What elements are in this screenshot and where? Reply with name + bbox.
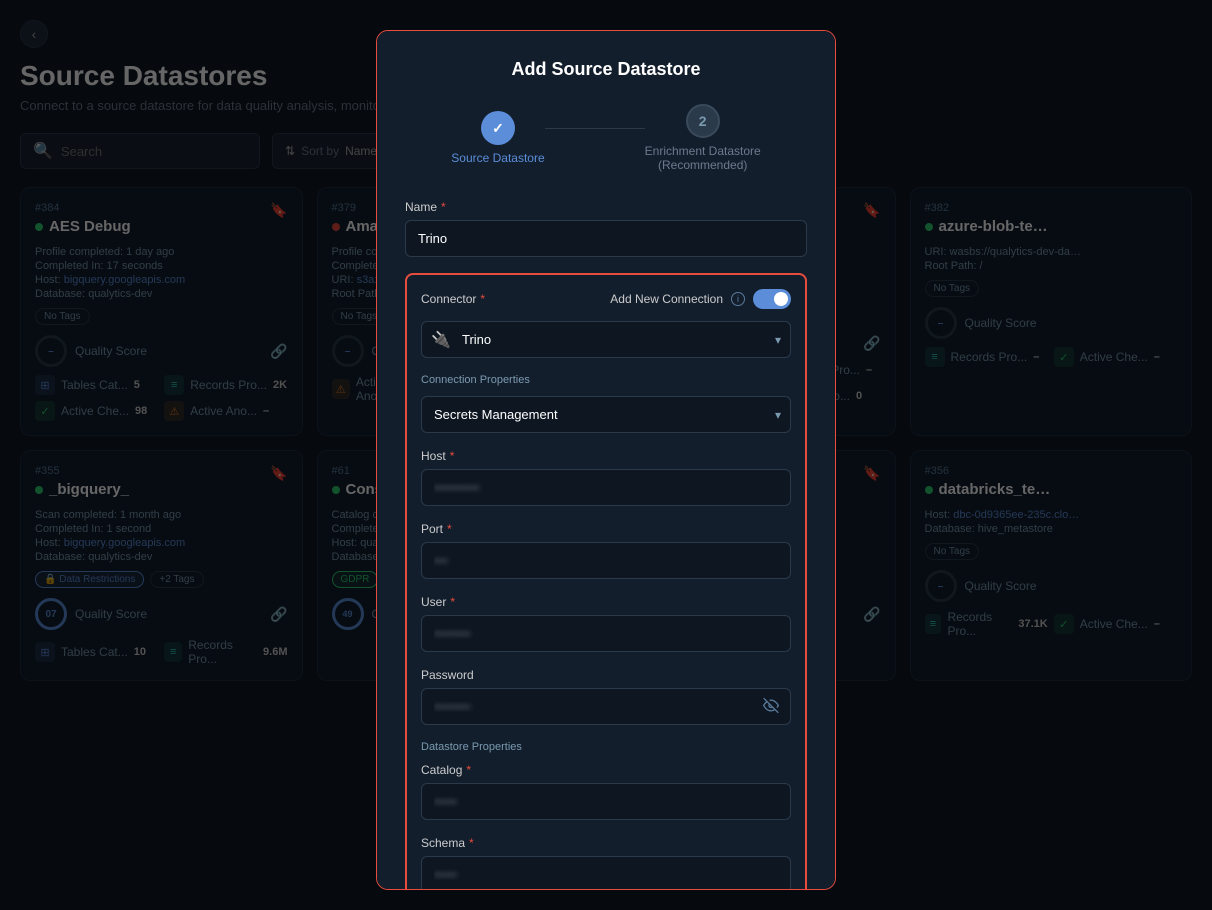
password-input[interactable] — [421, 688, 791, 725]
step-1-label: Source Datastore — [451, 151, 544, 165]
catalog-label: Catalog * — [421, 763, 791, 777]
secrets-management-select[interactable]: Secrets Management — [421, 396, 791, 433]
password-group: Password — [421, 668, 791, 725]
user-group: User * — [421, 595, 791, 652]
secrets-management-group: Secrets Management ▾ — [421, 396, 791, 433]
port-input[interactable] — [421, 542, 791, 579]
connector-select[interactable]: Trino — [421, 321, 791, 358]
schema-label: Schema * — [421, 836, 791, 850]
host-label: Host * — [421, 449, 791, 463]
password-label: Password — [421, 668, 791, 682]
step-2-label: Enrichment Datastore (Recommended) — [645, 144, 761, 172]
required-star: * — [480, 292, 485, 306]
connector-icon: 🔌 — [431, 330, 451, 350]
add-source-datastore-modal: Add Source Datastore ✓ Source Datastore … — [376, 30, 836, 890]
host-input[interactable] — [421, 469, 791, 506]
required-star: * — [450, 595, 455, 609]
name-input[interactable] — [405, 220, 807, 257]
host-group: Host * — [421, 449, 791, 506]
password-wrapper — [421, 688, 791, 725]
port-label: Port * — [421, 522, 791, 536]
stepper: ✓ Source Datastore 2 Enrichment Datastor… — [405, 104, 807, 172]
ds-props-label: Datastore Properties — [421, 741, 791, 753]
modal-overlay: Add Source Datastore ✓ Source Datastore … — [0, 0, 1212, 910]
required-star: * — [447, 522, 452, 536]
catalog-group: Catalog * — [421, 763, 791, 820]
connector-section: Connector * Add New Connection i 🔌 Trino… — [405, 273, 807, 890]
conn-props-label: Connection Properties — [421, 374, 791, 386]
required-star: * — [469, 836, 474, 850]
port-group: Port * — [421, 522, 791, 579]
catalog-input[interactable] — [421, 783, 791, 820]
connector-dropdown-group: 🔌 Trino ▾ — [421, 321, 791, 358]
required-star: * — [466, 763, 471, 777]
schema-input[interactable] — [421, 856, 791, 890]
add-connection-row: Add New Connection i — [610, 289, 791, 309]
required-star: * — [450, 449, 455, 463]
step-1-circle: ✓ — [481, 111, 515, 145]
password-eye-icon[interactable] — [763, 697, 779, 716]
modal-title: Add Source Datastore — [405, 59, 807, 80]
schema-group: Schema * — [421, 836, 791, 890]
step-2-circle: 2 — [686, 104, 720, 138]
name-label: Name * — [405, 200, 807, 214]
connector-header: Connector * Add New Connection i — [421, 289, 791, 309]
add-connection-toggle[interactable] — [753, 289, 791, 309]
required-star: * — [441, 200, 446, 214]
step-2: 2 Enrichment Datastore (Recommended) — [645, 104, 761, 172]
step-line — [545, 128, 645, 129]
info-icon[interactable]: i — [731, 292, 745, 306]
connector-label: Connector * — [421, 292, 485, 306]
user-label: User * — [421, 595, 791, 609]
step-1: ✓ Source Datastore — [451, 111, 544, 165]
user-input[interactable] — [421, 615, 791, 652]
name-group: Name * — [405, 200, 807, 257]
